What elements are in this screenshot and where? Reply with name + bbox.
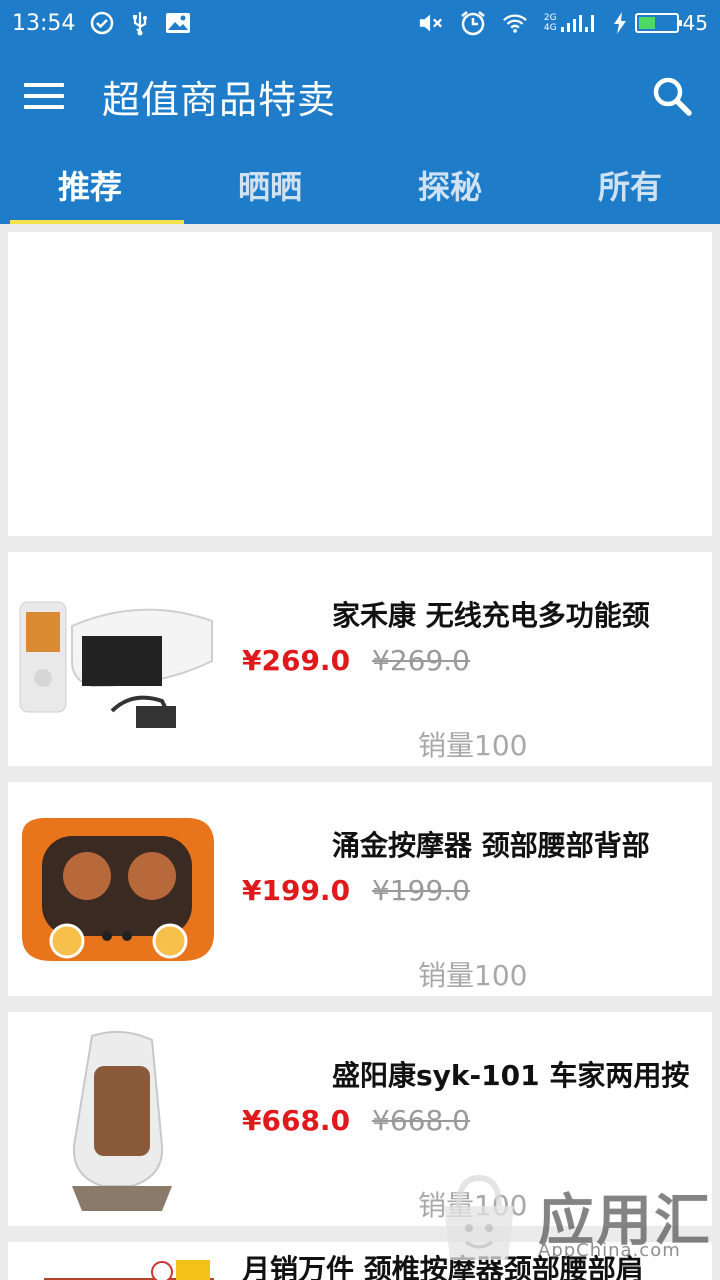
watermark-subtext: AppChina.com	[538, 1240, 681, 1261]
banner-area[interactable]	[8, 232, 712, 536]
status-bar: 13:54 2G 4G 45	[0, 0, 720, 46]
status-indicators: 2G 4G 45	[418, 10, 708, 36]
alarm-icon	[460, 10, 486, 36]
product-name: 家禾康 无线充电多功能颈	[332, 599, 650, 632]
product-image	[12, 566, 222, 752]
product-sales: 销量100	[418, 729, 528, 762]
product-card[interactable]: 涌金按摩器 颈部腰部背部 ¥199.0 ¥199.0 销量100	[8, 782, 712, 996]
product-original-price: ¥668.0	[372, 1104, 470, 1137]
tab-all[interactable]: 所有	[540, 146, 720, 224]
tab-recommend[interactable]: 推荐	[0, 146, 184, 224]
image-notification-icon	[165, 10, 191, 36]
product-price: ¥668.0	[242, 1104, 351, 1137]
network-4g: 4G	[543, 23, 557, 33]
product-original-price: ¥199.0	[372, 874, 470, 907]
tab-bar: 推荐 晒晒 探秘 所有	[0, 146, 720, 224]
network-type: 2G 4G	[544, 13, 557, 33]
product-original-price: ¥269.0	[372, 644, 470, 677]
product-sales: 销量100	[418, 959, 528, 992]
status-time: 13:54	[12, 10, 76, 36]
mute-icon	[418, 10, 444, 36]
product-price: ¥199.0	[242, 874, 351, 907]
hamburger-menu-icon[interactable]	[24, 81, 68, 111]
tab-explore[interactable]: 探秘	[360, 146, 540, 224]
app-bar: 超值商品特卖	[0, 46, 720, 146]
check-circle-icon	[89, 10, 115, 36]
product-image	[12, 796, 222, 982]
battery-fill	[638, 17, 655, 29]
usb-icon	[127, 10, 153, 36]
page-title: 超值商品特卖	[102, 77, 337, 122]
tab-showcase[interactable]: 晒晒	[180, 146, 360, 224]
signal-icon	[560, 10, 597, 36]
product-card[interactable]: 家禾康 无线充电多功能颈 ¥269.0 ¥269.0 销量100	[8, 552, 712, 766]
charging-icon	[613, 10, 627, 36]
battery-percent: 45	[682, 11, 708, 35]
appchina-logo-icon	[444, 1174, 514, 1260]
product-name: 盛阳康syk-101 车家两用按	[332, 1059, 690, 1092]
wifi-icon	[502, 10, 528, 36]
product-name: 涌金按摩器 颈部腰部背部	[332, 829, 650, 862]
product-image	[44, 1252, 214, 1280]
battery-icon	[634, 13, 682, 33]
network-2g: 2G	[543, 13, 557, 23]
search-icon[interactable]	[650, 74, 694, 118]
watermark: 应用汇 AppChina.com	[424, 1150, 720, 1280]
product-image	[12, 1026, 222, 1212]
product-price: ¥269.0	[242, 644, 351, 677]
